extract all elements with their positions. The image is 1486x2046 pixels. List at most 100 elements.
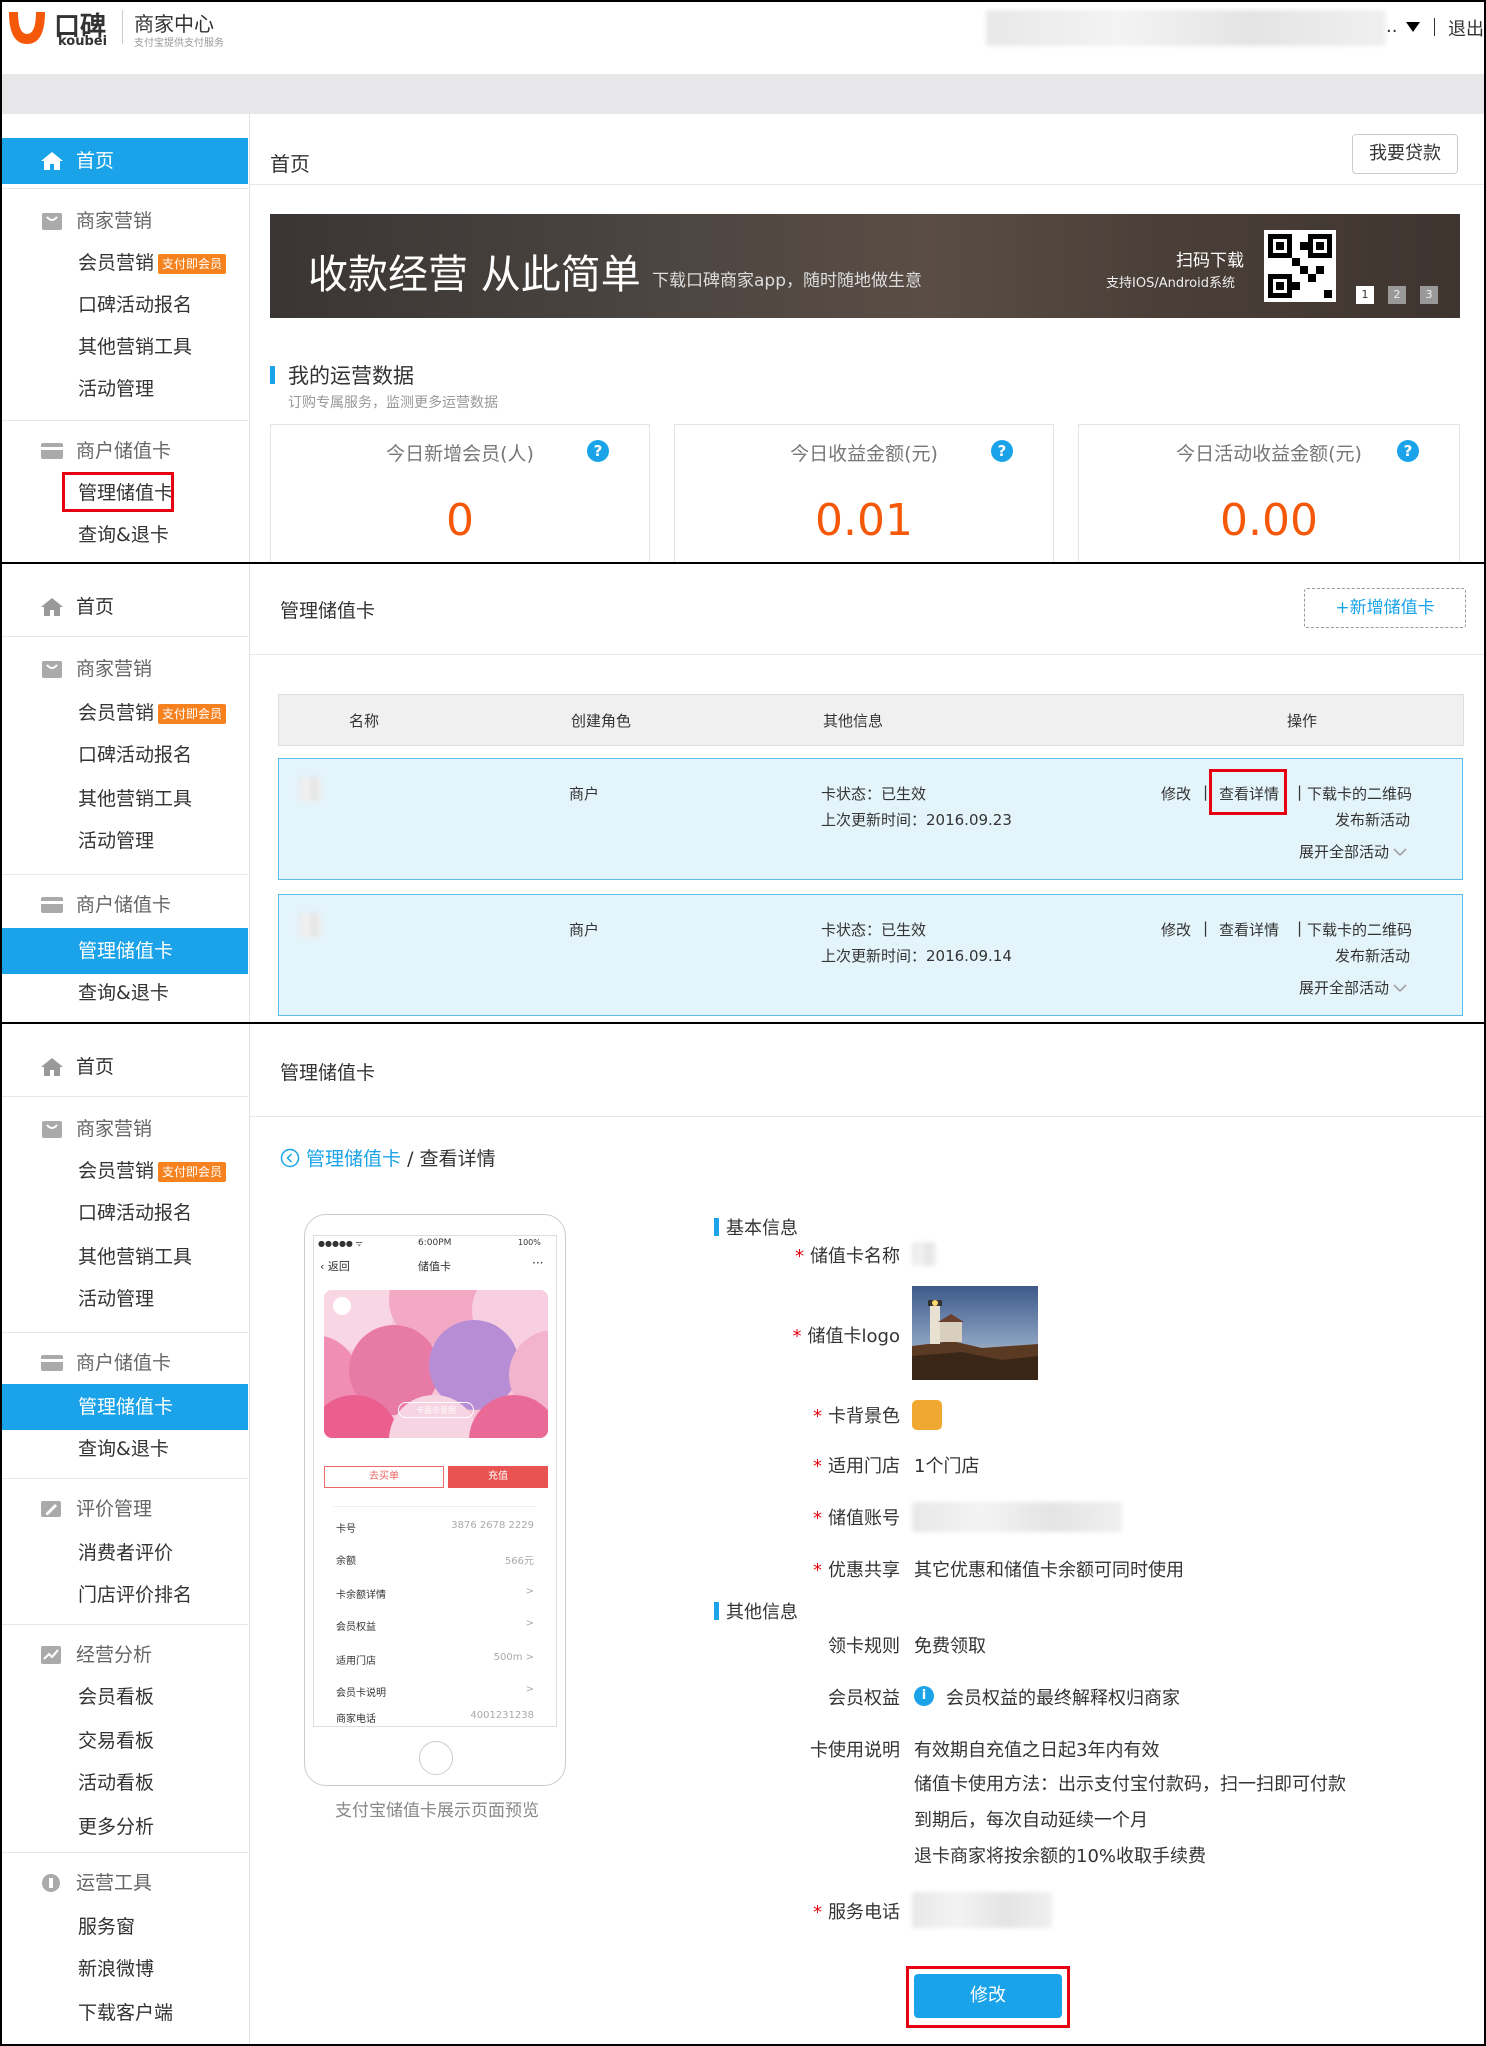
sidebar-item-activity-manage[interactable]: 活动管理: [2, 818, 248, 864]
table-row[interactable]: 商户 卡状态：已生效 上次更新时间：2016.09.14 修改 | 查看详情 |…: [278, 894, 1463, 1016]
back-circle-icon[interactable]: [280, 1148, 300, 1168]
sidebar-item-other-tools[interactable]: 其他营销工具: [2, 776, 248, 822]
sidebar-item-activity-signup[interactable]: 口碑活动报名: [2, 282, 248, 328]
sidebar-group-label: 商家营销: [76, 658, 153, 680]
sidebar-group-card[interactable]: 商户储值卡: [2, 428, 248, 474]
sidebar-group-marketing[interactable]: 商家营销: [2, 198, 248, 244]
sidebar: 首页 商家营销 会员营销 支付即会员 口碑活动报名 其他营销工具 活动管理 商户储…: [2, 114, 250, 562]
table-row[interactable]: 商户 卡状态：已生效 上次更新时间：2016.09.23 修改 | 查看详情 |…: [278, 758, 1463, 880]
banner-dot-3[interactable]: 3: [1420, 286, 1438, 304]
sidebar-item-other-tools[interactable]: 其他营销工具: [2, 324, 248, 370]
sidebar-item-query-refund[interactable]: 查询&退卡: [2, 512, 248, 558]
sidebar-item-service-window[interactable]: 服务窗: [2, 1904, 248, 1950]
sidebar-item-member-marketing[interactable]: 会员营销 支付即会员: [2, 240, 248, 286]
account-suffix: ..: [1386, 16, 1398, 37]
edit-button[interactable]: 修改: [914, 1974, 1062, 2018]
phone-row-label: 会员权益: [336, 1622, 376, 1633]
account-name-blurred: [986, 10, 1386, 46]
stat-value: 0.00: [1220, 495, 1318, 546]
account-dropdown-icon[interactable]: [1406, 22, 1420, 32]
label-text: 优惠共享: [828, 1560, 900, 1581]
sidebar-item-home[interactable]: 首页: [2, 138, 248, 184]
logo-en: koubei: [58, 34, 108, 49]
publish-activity-link[interactable]: 发布新活动: [1335, 809, 1410, 830]
expand-label: 展开全部活动: [1299, 979, 1390, 997]
expand-activities-link[interactable]: 展开全部活动: [1299, 977, 1407, 998]
help-icon[interactable]: ?: [991, 440, 1013, 462]
basic-info-bar: [714, 1218, 719, 1236]
edit-link[interactable]: 修改: [1161, 919, 1191, 940]
view-detail-link[interactable]: 查看详情: [1219, 919, 1279, 940]
sidebar-item-activity-board[interactable]: 活动看板: [2, 1760, 248, 1806]
grey-strip: [2, 74, 1484, 114]
pay-member-badge: 支付即会员: [158, 703, 227, 724]
share-label: * 优惠共享: [550, 1556, 900, 1582]
download-qrcode-link[interactable]: 下载卡的二维码: [1307, 783, 1412, 804]
phone-home-button: [419, 1741, 453, 1775]
help-icon[interactable]: ?: [587, 440, 609, 462]
phone-row: 会员卡说明 >: [336, 1684, 534, 1699]
publish-activity-link[interactable]: 发布新活动: [1335, 945, 1410, 966]
phone-row-value: 500m >: [493, 1652, 534, 1663]
sidebar-item-download-client[interactable]: 下载客户端: [2, 1990, 248, 2036]
action-separator: |: [1203, 783, 1209, 801]
sidebar-group-ops[interactable]: 运营工具: [2, 1860, 248, 1906]
phone-row-label: 适用门店: [336, 1656, 376, 1667]
sidebar-item-more-analysis[interactable]: 更多分析: [2, 1804, 248, 1850]
sidebar-item-activity-manage[interactable]: 活动管理: [2, 1276, 248, 1322]
sidebar-group-review[interactable]: 评价管理: [2, 1486, 248, 1532]
loan-button[interactable]: 我要贷款: [1352, 134, 1458, 174]
panel-card-detail: 首页 商家营销 会员营销 支付即会员 口碑活动报名 其他营销工具 活动管理 商户储…: [0, 1022, 1486, 2046]
add-card-button[interactable]: +新增储值卡: [1304, 588, 1466, 628]
shopping-bag-icon: [42, 661, 62, 678]
sidebar-group-label: 商家营销: [76, 210, 153, 232]
sidebar-item-activity-signup[interactable]: 口碑活动报名: [2, 732, 248, 778]
sidebar-item-query-refund[interactable]: 查询&退卡: [2, 1426, 248, 1472]
sidebar-item-other-tools[interactable]: 其他营销工具: [2, 1234, 248, 1280]
sidebar-item-member-board[interactable]: 会员看板: [2, 1674, 248, 1720]
card-name-label: * 储值卡名称: [550, 1242, 900, 1268]
logout-link[interactable]: 退出: [1448, 15, 1484, 41]
sidebar-item-query-refund[interactable]: 查询&退卡: [2, 970, 248, 1016]
sidebar-item-manage-card[interactable]: 管理储值卡: [2, 928, 248, 974]
promo-banner[interactable]: 收款经营 从此简单 下载口碑商家app，随时随地做生意 扫码下载 支持IOS/A…: [270, 214, 1460, 318]
banner-dot-2[interactable]: 2: [1388, 286, 1406, 304]
sidebar-item-consumer-review[interactable]: 消费者评价: [2, 1530, 248, 1576]
edit-link[interactable]: 修改: [1161, 783, 1191, 804]
sidebar-item-trade-board[interactable]: 交易看板: [2, 1718, 248, 1764]
pay-member-badge: 支付即会员: [158, 1161, 227, 1182]
sidebar-group-analysis[interactable]: 经营分析: [2, 1632, 248, 1678]
sidebar-item-store-rank[interactable]: 门店评价排名: [2, 1572, 248, 1618]
sidebar-item-home[interactable]: 首页: [2, 1044, 248, 1090]
label-text: 适用门店: [828, 1456, 900, 1477]
sidebar-item-activity-signup[interactable]: 口碑活动报名: [2, 1190, 248, 1236]
banner-title: 收款经营 从此简单: [308, 252, 641, 298]
help-icon[interactable]: ?: [1397, 440, 1419, 462]
page-title: 管理储值卡: [280, 1062, 376, 1084]
phone-screen: ●●●●● ᯤ 6:00PM 100% ‹ 返回 储值卡 ··· 卡面示意图 去…: [313, 1235, 557, 1727]
sidebar-group-marketing[interactable]: 商家营销: [2, 646, 248, 692]
share-value: 其它优惠和储值卡余额可同时使用: [914, 1560, 1184, 1581]
action-separator: |: [1297, 783, 1303, 801]
sidebar-group-marketing[interactable]: 商家营销: [2, 1106, 248, 1152]
banner-dot-1[interactable]: 1: [1356, 286, 1374, 304]
action-separator: |: [1297, 919, 1303, 937]
sidebar-item-home[interactable]: 首页: [2, 584, 248, 630]
sidebar-item-weibo[interactable]: 新浪微博: [2, 1946, 248, 1992]
breadcrumb-link[interactable]: 管理储值卡: [306, 1148, 401, 1170]
stores-link[interactable]: 1个门店: [914, 1452, 979, 1478]
sidebar-group-card[interactable]: 商户储值卡: [2, 882, 248, 928]
required-mark: *: [813, 1406, 822, 1427]
expand-activities-link[interactable]: 展开全部活动: [1299, 841, 1407, 862]
pay-member-badge: 支付即会员: [158, 253, 227, 274]
sidebar-item-label: 会员营销: [78, 1160, 155, 1182]
required-mark: *: [792, 1326, 802, 1347]
label-text: 储值账号: [828, 1508, 900, 1529]
sidebar-item-activity-manage[interactable]: 活动管理: [2, 366, 248, 412]
sidebar-item-member-marketing[interactable]: 会员营销 支付即会员: [2, 690, 248, 736]
sidebar-item-manage-card[interactable]: 管理储值卡: [2, 1384, 248, 1430]
sidebar-item-member-marketing[interactable]: 会员营销 支付即会员: [2, 1148, 248, 1194]
koubei-logo-icon[interactable]: [6, 8, 48, 48]
sidebar-group-card[interactable]: 商户储值卡: [2, 1340, 248, 1386]
download-qrcode-link[interactable]: 下载卡的二维码: [1307, 919, 1412, 940]
